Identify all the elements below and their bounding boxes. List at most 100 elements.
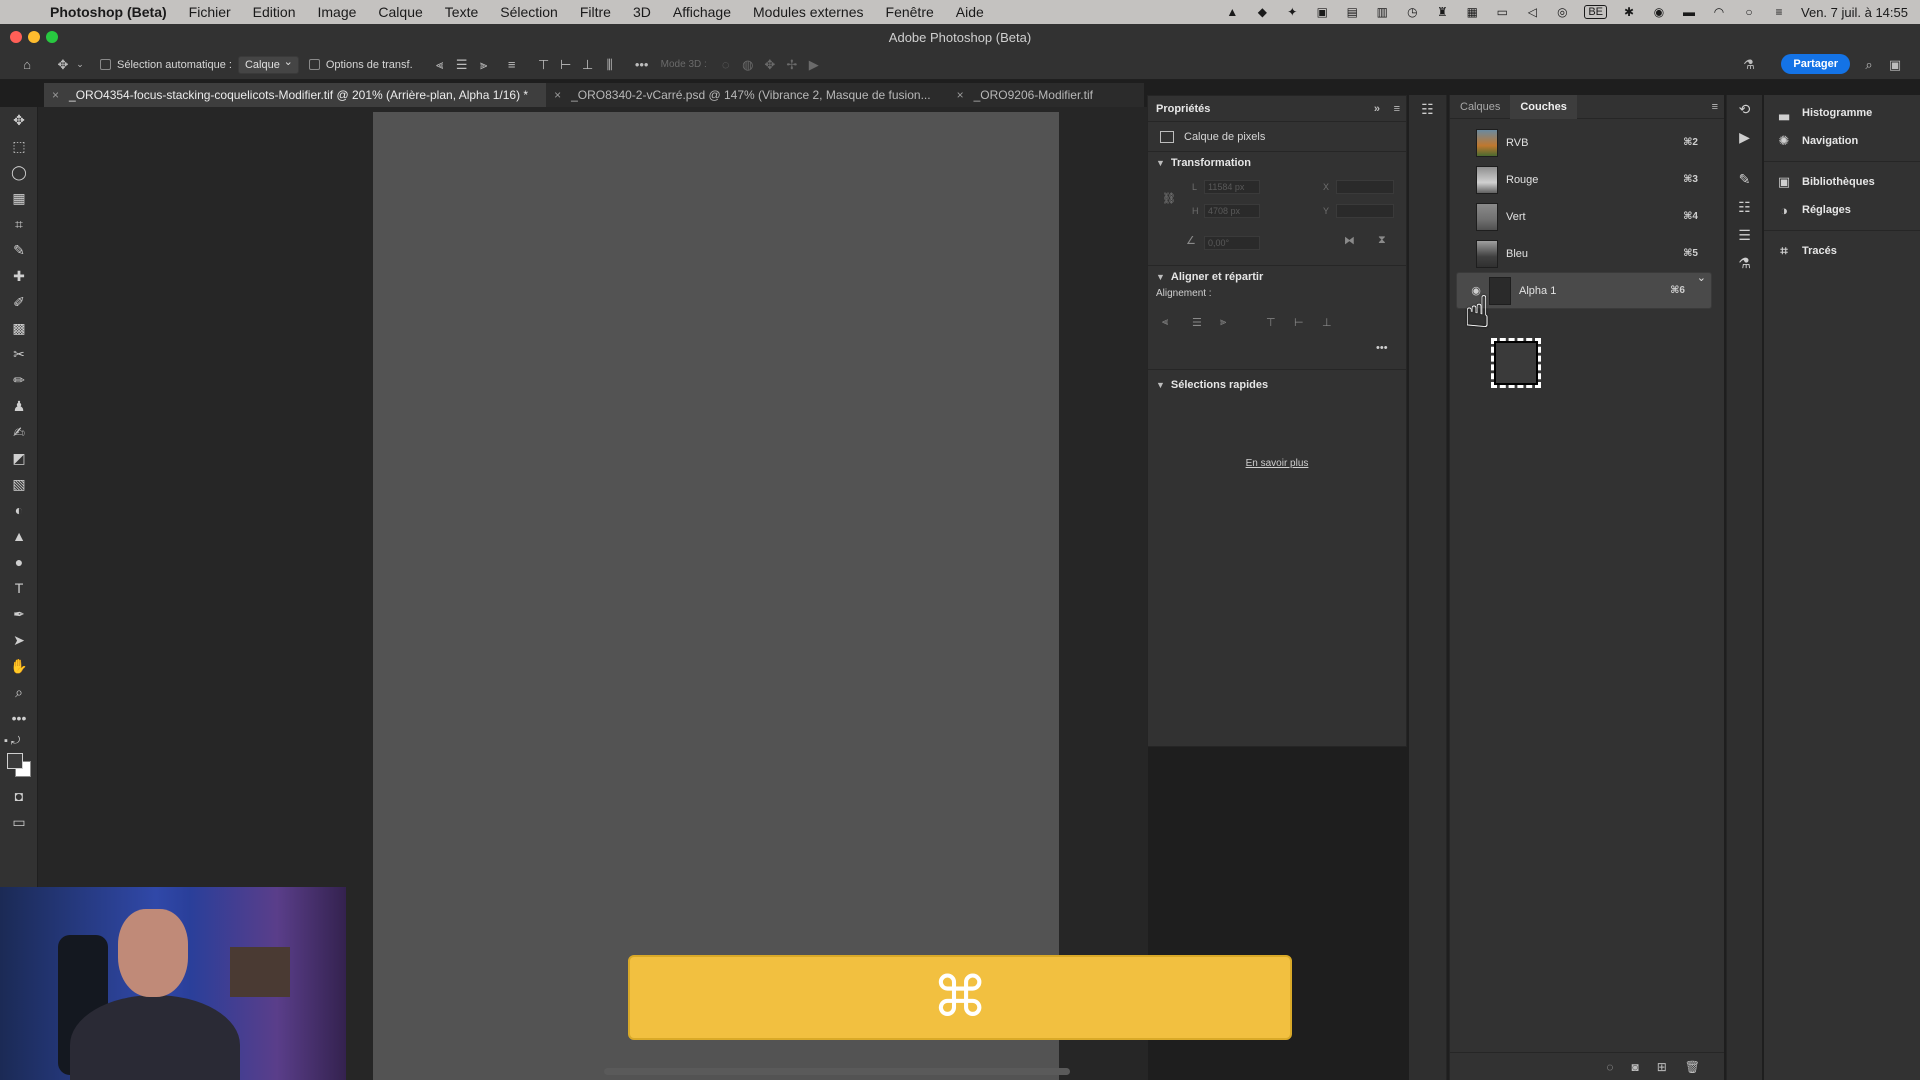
home-icon[interactable]: ⌂	[16, 56, 38, 74]
menu-fichier[interactable]: Fichier	[189, 4, 231, 20]
clipboard-icon[interactable]: ▥	[1374, 5, 1390, 19]
display-icon[interactable]: ▭	[1494, 5, 1510, 19]
time-machine-icon[interactable]: ◷	[1404, 5, 1420, 19]
lasso-tool-icon[interactable]: ◯	[0, 159, 38, 185]
hand-tool-icon[interactable]: ✋	[0, 653, 38, 679]
menu-affichage[interactable]: Affichage	[673, 4, 731, 20]
binoculars-icon[interactable]: ♜	[1434, 5, 1450, 19]
pencil-tool-icon[interactable]: ✏	[0, 367, 38, 393]
document-canvas[interactable]	[373, 112, 1059, 1080]
menu-aide[interactable]: Aide	[956, 4, 984, 20]
align-bottom-edges-icon[interactable]: ⊥	[1322, 316, 1332, 329]
y-field[interactable]	[1336, 204, 1394, 218]
tab-document-2[interactable]: × _ORO8340-2-vCarré.psd @ 147% (Vibrance…	[546, 83, 949, 107]
roll-3d-icon[interactable]: ◍	[737, 56, 759, 74]
pen-tool-icon[interactable]: ✒	[0, 601, 38, 627]
distribute-icon[interactable]: ≡	[501, 56, 523, 74]
transform-section-header[interactable]: ▼ Transformation	[1148, 152, 1406, 174]
tab-document-3[interactable]: × _ORO9206-Modifier.tif	[949, 83, 1111, 107]
menu-bar-clock[interactable]: Ven. 7 juil. à 14:55	[1801, 5, 1908, 20]
menu-filtre[interactable]: Filtre	[580, 4, 611, 20]
camera-icon[interactable]: ▣	[1314, 5, 1330, 19]
close-tab-icon[interactable]: ×	[554, 88, 561, 102]
align-left-edges-icon[interactable]: ⫷	[1162, 316, 1168, 329]
foreground-color-swatch[interactable]	[7, 753, 23, 769]
control-center-icon[interactable]: ≡	[1771, 5, 1787, 19]
tab-calques[interactable]: Calques	[1450, 95, 1510, 119]
menu-texte[interactable]: Texte	[445, 4, 478, 20]
workspace-icon[interactable]: ▣	[1884, 56, 1906, 74]
panel-navigation[interactable]: ✺ Navigation	[1764, 127, 1920, 155]
path-selection-tool-icon[interactable]: ➤	[0, 627, 38, 653]
move-tool-icon[interactable]: ✥	[0, 107, 38, 133]
close-tab-icon[interactable]: ×	[52, 88, 59, 102]
layer-comps-icon[interactable]: ☰	[1727, 221, 1762, 249]
auto-select-dropdown[interactable]: Calque	[237, 55, 299, 74]
align-bottom-icon[interactable]: ⊥	[577, 56, 599, 74]
paint-tool-icon[interactable]: ✍	[0, 419, 38, 445]
transform-options-checkbox[interactable]	[308, 59, 320, 70]
align-horizontal-centers-icon[interactable]: ☰	[1192, 316, 1202, 329]
flask-icon[interactable]: ⚗	[1727, 249, 1762, 277]
quick-actions-header[interactable]: ▼ Sélections rapides	[1148, 374, 1406, 396]
pan-3d-icon[interactable]: ✥	[759, 56, 781, 74]
brush-tool-icon[interactable]: ✐	[0, 289, 38, 315]
menu-image[interactable]: Image	[317, 4, 356, 20]
quick-mask-icon[interactable]: ◘	[0, 783, 38, 809]
history-brush-tool-icon[interactable]: ✂	[0, 341, 38, 367]
actions-play-icon[interactable]: ▶	[1727, 123, 1762, 151]
user-icon[interactable]: ◉	[1651, 5, 1667, 19]
menu-selection[interactable]: Sélection	[500, 4, 558, 20]
align-vertical-centers-icon[interactable]: ⊢	[1294, 316, 1304, 329]
slide-3d-icon[interactable]: ✢	[781, 56, 803, 74]
align-right-edges-icon[interactable]: ⫸	[1220, 316, 1226, 329]
crop-tool-icon[interactable]: ⌗	[0, 211, 38, 237]
eyedropper-tool-icon[interactable]: ✎	[0, 237, 38, 263]
search-ps-icon[interactable]: ⌕	[1858, 56, 1880, 74]
align-right-icon[interactable]: ⫸	[473, 56, 495, 74]
eraser-tool-icon[interactable]: ◩	[0, 445, 38, 471]
height-field[interactable]: 4708 px	[1204, 204, 1260, 218]
menu-calque[interactable]: Calque	[378, 4, 422, 20]
more-tools-icon[interactable]: •••	[0, 705, 38, 731]
panel-menu-icon[interactable]: ≡	[1394, 103, 1400, 115]
load-selection-icon[interactable]: ◌	[1606, 1060, 1613, 1074]
more-options-icon[interactable]: •••	[631, 56, 653, 74]
horizontal-scrollbar[interactable]	[604, 1068, 1070, 1075]
panel-paths[interactable]: ⌗ Tracés	[1764, 237, 1920, 265]
align-top-edges-icon[interactable]: ⊤	[1266, 316, 1276, 329]
airdrop-icon[interactable]: ◎	[1554, 5, 1570, 19]
flip-vertical-icon[interactable]: ⧗	[1378, 234, 1386, 247]
auto-select-checkbox[interactable]	[100, 59, 111, 70]
menu-3d[interactable]: 3D	[633, 4, 651, 20]
align-center-h-icon[interactable]: ☰	[451, 56, 473, 74]
tool-presets-icon[interactable]: ☷	[1727, 193, 1762, 221]
orbit-3d-icon[interactable]: ◌	[715, 56, 737, 74]
menu-fenetre[interactable]: Fenêtre	[886, 4, 934, 20]
spot-healing-tool-icon[interactable]: ✚	[0, 263, 38, 289]
new-channel-icon[interactable]: ⊞	[1657, 1060, 1667, 1074]
screen-mode-icon[interactable]: ▭	[0, 809, 38, 835]
menu-app-name[interactable]: Photoshop (Beta)	[50, 4, 167, 20]
share-button[interactable]: Partager	[1781, 54, 1850, 74]
labs-flask-icon[interactable]: ⚗	[1738, 56, 1760, 74]
learn-more-link[interactable]: En savoir plus	[1148, 458, 1406, 469]
panel-menu-icon[interactable]: ≡	[1712, 101, 1718, 113]
collapse-panel-icon[interactable]: »	[1374, 103, 1380, 115]
history-icon[interactable]: ⟲	[1727, 95, 1762, 123]
keyboard-layout-badge[interactable]: BE	[1584, 5, 1608, 19]
panel-adjustments[interactable]: ◑ Réglages	[1764, 196, 1920, 224]
tab-document-1[interactable]: × _ORO4354-focus-stacking-coquelicots-Mo…	[44, 83, 547, 107]
camera-3d-icon[interactable]: ▶	[803, 56, 825, 74]
dropbox-icon[interactable]: ◆	[1254, 5, 1270, 19]
grid-icon[interactable]: ▦	[1464, 5, 1480, 19]
delete-channel-icon[interactable]: 🗑	[1685, 1060, 1700, 1074]
save-selection-icon[interactable]: ◙	[1631, 1060, 1638, 1074]
screen-icon[interactable]: ▤	[1344, 5, 1360, 19]
bluetooth-icon[interactable]: ✱	[1621, 5, 1637, 19]
blur-tool-icon[interactable]: ◐	[0, 497, 38, 523]
channel-row-green[interactable]: Vert ⌘4	[1450, 198, 1706, 235]
vlc-icon[interactable]: ▲	[1224, 5, 1240, 19]
tool-preset-chevron-icon[interactable]: ⌄	[74, 56, 86, 74]
object-selection-tool-icon[interactable]: ▦	[0, 185, 38, 211]
